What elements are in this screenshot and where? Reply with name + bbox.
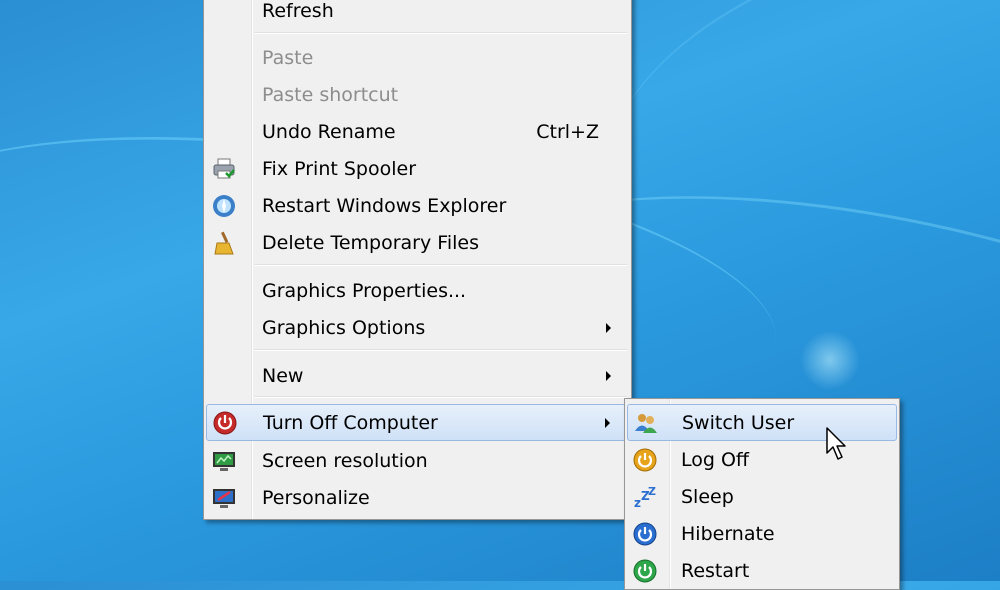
explorer-restart-icon: [213, 195, 235, 217]
submenu-item-log-off[interactable]: Log Off: [627, 442, 897, 477]
desktop-context-menu: Refresh Paste Paste shortcut Undo Rename…: [203, 0, 632, 520]
printer-icon: [213, 158, 235, 179]
menu-item-delete-temp-files[interactable]: Delete Temporary Files: [206, 225, 629, 260]
menu-item-personalize[interactable]: Personalize: [206, 480, 629, 515]
menu-item-label: Undo Rename: [262, 120, 396, 143]
svg-text:Z: Z: [648, 485, 656, 498]
switch-user-icon: [635, 414, 657, 433]
sleep-icon: z Z Z: [634, 485, 656, 509]
menu-item-label: Turn Off Computer: [263, 411, 438, 434]
mouse-cursor-icon: [826, 427, 846, 460]
menu-item-label: Switch User: [682, 411, 795, 434]
menu-item-label: Sleep: [681, 485, 734, 508]
menu-item-label: Paste shortcut: [262, 83, 399, 106]
monitor-icon: [213, 452, 235, 471]
broom-icon: [214, 231, 234, 255]
menu-item-label: Screen resolution: [262, 449, 428, 472]
submenu-arrow-icon: [606, 323, 611, 333]
personalize-icon: [213, 489, 235, 508]
menu-item-paste: Paste: [206, 40, 629, 75]
menu-item-graphics-properties[interactable]: Graphics Properties...: [206, 273, 629, 308]
menu-separator: [254, 349, 627, 351]
menu-separator: [254, 396, 627, 398]
menu-item-screen-resolution[interactable]: Screen resolution: [206, 443, 629, 478]
restart-icon: [633, 559, 657, 583]
menu-item-paste-shortcut: Paste shortcut: [206, 77, 629, 112]
hibernate-icon: [633, 522, 657, 546]
menu-item-label: Restart: [681, 559, 750, 582]
menu-item-label: Hibernate: [681, 522, 775, 545]
wallpaper-glow: [800, 330, 860, 390]
submenu-arrow-icon: [605, 418, 610, 428]
submenu-item-switch-user[interactable]: Switch User: [627, 404, 897, 441]
menu-item-undo-rename[interactable]: Undo Rename Ctrl+Z: [206, 114, 629, 149]
menu-item-label: Log Off: [681, 448, 750, 471]
menu-item-label: New: [262, 364, 304, 387]
log-off-icon: [633, 448, 657, 472]
menu-item-label: Fix Print Spooler: [262, 157, 417, 180]
power-icon: [213, 411, 237, 435]
menu-item-new[interactable]: New: [206, 358, 629, 393]
turn-off-submenu: Switch User Log Off z Z Z Sleep Hibernat…: [624, 398, 900, 590]
menu-item-label: Personalize: [262, 486, 370, 509]
menu-item-label: Restart Windows Explorer: [262, 194, 507, 217]
menu-item-restart-explorer[interactable]: Restart Windows Explorer: [206, 188, 629, 223]
submenu-item-hibernate[interactable]: Hibernate: [627, 516, 897, 551]
menu-item-turn-off-computer[interactable]: Turn Off Computer: [206, 404, 629, 441]
menu-item-label: Refresh: [262, 0, 334, 22]
menu-item-fix-print-spooler[interactable]: Fix Print Spooler: [206, 151, 629, 186]
svg-text:z: z: [634, 496, 641, 509]
menu-item-label: Delete Temporary Files: [262, 231, 479, 254]
menu-item-shortcut: Ctrl+Z: [536, 120, 599, 143]
menu-item-label: Graphics Properties...: [262, 279, 467, 302]
submenu-item-restart[interactable]: Restart: [627, 553, 897, 588]
menu-item-label: Graphics Options: [262, 316, 426, 339]
menu-separator: [254, 264, 627, 266]
menu-item-refresh[interactable]: Refresh: [206, 0, 629, 28]
menu-item-graphics-options[interactable]: Graphics Options: [206, 310, 629, 345]
submenu-arrow-icon: [606, 371, 611, 381]
submenu-item-sleep[interactable]: z Z Z Sleep: [627, 479, 897, 514]
menu-item-label: Paste: [262, 46, 314, 69]
menu-separator: [254, 32, 627, 34]
